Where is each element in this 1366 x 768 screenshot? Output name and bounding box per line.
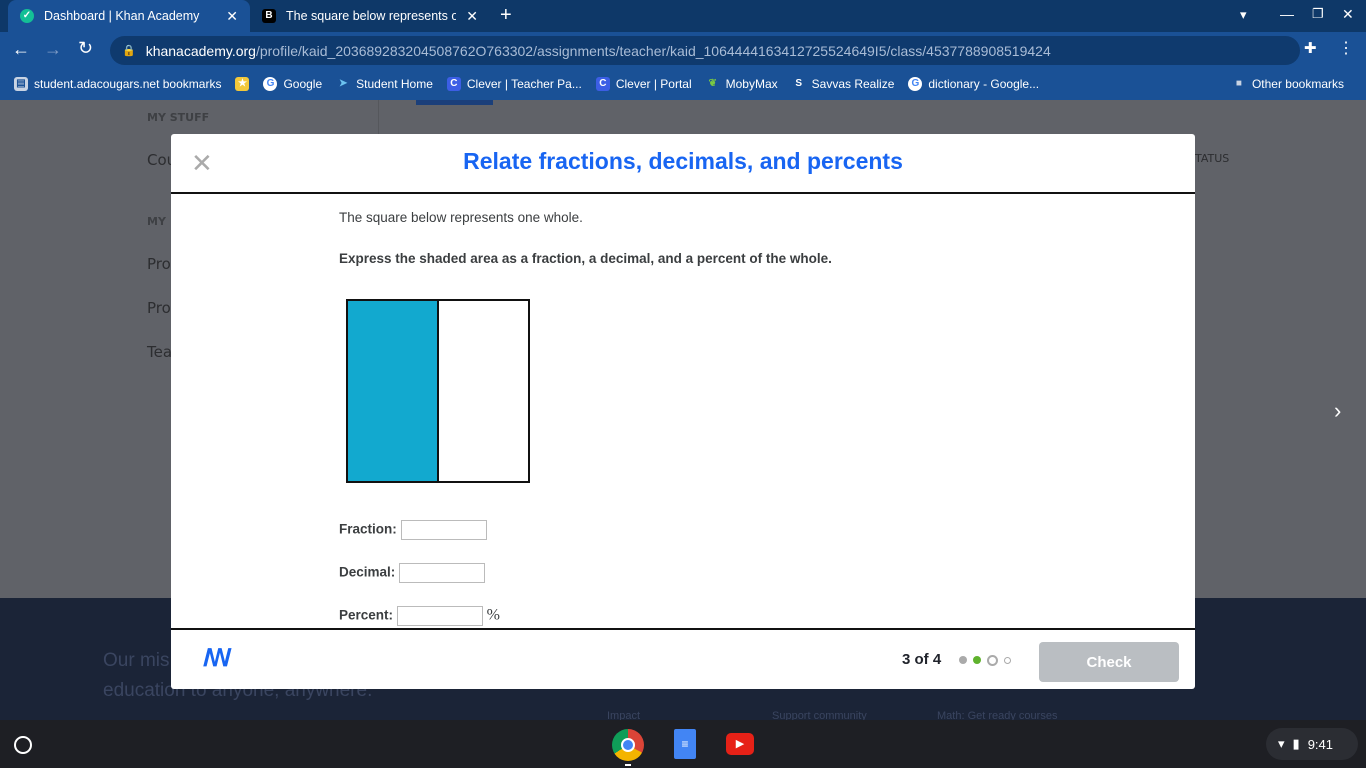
scratchpad-icon[interactable]: ꟿ bbox=[203, 644, 232, 673]
sidebar-item[interactable]: Pro bbox=[147, 299, 171, 317]
modal-header: ✕ Relate fractions, decimals, and percen… bbox=[171, 134, 1195, 194]
tab-search-icon[interactable]: ▾ bbox=[1240, 7, 1247, 23]
progress-dot-done bbox=[959, 656, 968, 665]
extensions-icon[interactable]: ✚ bbox=[1304, 39, 1317, 57]
bookmark[interactable]: ➤ Student Home bbox=[336, 77, 433, 91]
other-bookmarks[interactable]: ■ Other bookmarks bbox=[1232, 77, 1344, 91]
bookmark-label: Other bookmarks bbox=[1251, 77, 1344, 91]
url-host: khanacademy.org bbox=[145, 42, 256, 59]
exercise-modal: ✕ Relate fractions, decimals, and percen… bbox=[171, 134, 1195, 689]
google-icon: G bbox=[263, 77, 278, 91]
decimal-label: Decimal: bbox=[339, 564, 396, 580]
minimize-button[interactable]: — bbox=[1280, 6, 1294, 22]
mobymax-icon: ❦ bbox=[708, 78, 717, 89]
tab-title: Dashboard | Khan Academy bbox=[44, 9, 200, 23]
square-figure bbox=[346, 299, 530, 483]
bookmark-label: Google bbox=[283, 77, 323, 91]
bookmark-label: Clever | Portal bbox=[615, 77, 692, 91]
section-label: MY STUFF bbox=[147, 111, 210, 124]
url-path: /profile/kaid_203689283204508762O763302/… bbox=[255, 42, 1051, 59]
fraction-label: Fraction: bbox=[339, 521, 397, 537]
student-home-icon: ➤ bbox=[338, 78, 348, 89]
tab-bar: ✓ Dashboard | Khan Academy ✕ B The squar… bbox=[0, 0, 1366, 32]
bookmark[interactable]: ❦ MobyMax bbox=[706, 77, 778, 91]
star-bookmark-icon: ★ bbox=[235, 77, 250, 91]
fraction-input[interactable] bbox=[400, 520, 487, 540]
clever-icon: C bbox=[446, 77, 461, 91]
bookmark[interactable]: S Savvas Realize bbox=[792, 77, 895, 91]
bookmark-label: MobyMax bbox=[725, 77, 778, 91]
progress-dot-todo bbox=[1004, 656, 1012, 664]
forward-button[interactable]: → bbox=[44, 39, 62, 60]
lock-icon: 🔒 bbox=[122, 45, 136, 57]
percent-input[interactable] bbox=[396, 606, 483, 626]
sidebar-item[interactable]: Tea bbox=[147, 343, 172, 361]
os-shelf: ≡ ▶ ▾ ▮ 9:41 bbox=[0, 720, 1366, 768]
tab-dashboard[interactable]: ✓ Dashboard | Khan Academy ✕ bbox=[8, 0, 250, 32]
menu-icon[interactable]: ⋮ bbox=[1338, 38, 1354, 58]
youtube-icon[interactable]: ▶ bbox=[726, 733, 754, 755]
clock: 9:41 bbox=[1307, 736, 1333, 752]
khan-icon: ✓ bbox=[20, 9, 34, 23]
address-bar[interactable]: 🔒 khanacademy.org/profile/kaid_203689283… bbox=[110, 36, 1300, 65]
mission-text: Our mis bbox=[103, 650, 170, 671]
bookmark[interactable]: C Clever | Portal bbox=[595, 77, 692, 91]
percent-label: Percent: bbox=[339, 607, 394, 623]
active-tab-indicator bbox=[416, 100, 493, 105]
column-header: TATUS bbox=[1195, 152, 1230, 165]
close-tab-icon[interactable]: ✕ bbox=[226, 8, 238, 25]
next-arrow-icon[interactable]: › bbox=[1334, 398, 1341, 424]
status-tray[interactable]: ▾ ▮ 9:41 bbox=[1266, 728, 1358, 760]
bookmark-label: student.adacougars.net bookmarks bbox=[34, 77, 222, 91]
bookmark-label: dictionary - Google... bbox=[928, 77, 1040, 91]
folder-icon: ■ bbox=[1235, 78, 1242, 89]
wifi-icon: ▾ bbox=[1278, 736, 1285, 751]
bookmark[interactable]: ▤ student.adacougars.net bookmarks bbox=[14, 77, 221, 91]
battery-icon: ▮ bbox=[1292, 736, 1300, 751]
bookmark-label: Savvas Realize bbox=[811, 77, 895, 91]
bookmark-label: Clever | Teacher Pa... bbox=[466, 77, 582, 91]
tab-title: The square below represents one bbox=[286, 9, 456, 23]
google-icon: G bbox=[908, 77, 923, 91]
bookmark[interactable]: G Google bbox=[263, 77, 322, 91]
back-button[interactable]: ← bbox=[12, 39, 30, 60]
progress-text: 3 of 4 bbox=[902, 651, 942, 668]
check-button[interactable]: Check bbox=[1039, 642, 1179, 682]
intro-text: The square below represents one whole. bbox=[339, 210, 583, 225]
modal-title: Relate fractions, decimals, and percents bbox=[463, 148, 903, 174]
tab-question[interactable]: B The square below represents one ✕ bbox=[250, 0, 490, 32]
instruction-text: Express the shaded area as a fraction, a… bbox=[339, 251, 832, 266]
sidebar-item[interactable]: Pro bbox=[147, 255, 171, 273]
shaded-part bbox=[347, 300, 438, 482]
bookmark[interactable]: Gdictionary - Google... bbox=[908, 77, 1039, 91]
docs-icon[interactable]: ≡ bbox=[674, 729, 696, 759]
brainly-icon: B bbox=[262, 9, 276, 23]
progress-dot-done bbox=[973, 656, 982, 665]
percent-sign: % bbox=[486, 606, 500, 624]
new-tab-button[interactable]: + bbox=[500, 4, 512, 27]
section-label: MY bbox=[147, 215, 166, 228]
clever-icon: C bbox=[595, 77, 610, 91]
decimal-input[interactable] bbox=[399, 563, 486, 583]
launcher-button[interactable] bbox=[14, 736, 32, 754]
maximize-button[interactable]: ❐ bbox=[1312, 6, 1324, 22]
bookmark-label: Student Home bbox=[356, 77, 433, 91]
active-app-indicator bbox=[625, 764, 631, 766]
progress-dot-current bbox=[987, 654, 999, 666]
close-window-button[interactable]: ✕ bbox=[1342, 6, 1354, 23]
bookmark[interactable]: C Clever | Teacher Pa... bbox=[446, 77, 582, 91]
savvas-icon: S bbox=[795, 78, 802, 89]
folder-icon: ▤ bbox=[14, 77, 28, 91]
bookmarks-bar: ▤ student.adacougars.net bookmarks ★ G Goo… bbox=[0, 68, 1366, 100]
bookmark-star[interactable]: ★ bbox=[235, 77, 250, 91]
chrome-icon[interactable] bbox=[612, 729, 644, 761]
close-tab-icon[interactable]: ✕ bbox=[466, 8, 478, 25]
modal-footer: ꟿ 3 of 4 Check bbox=[171, 628, 1195, 689]
reload-button[interactable]: ↻ bbox=[78, 38, 93, 59]
